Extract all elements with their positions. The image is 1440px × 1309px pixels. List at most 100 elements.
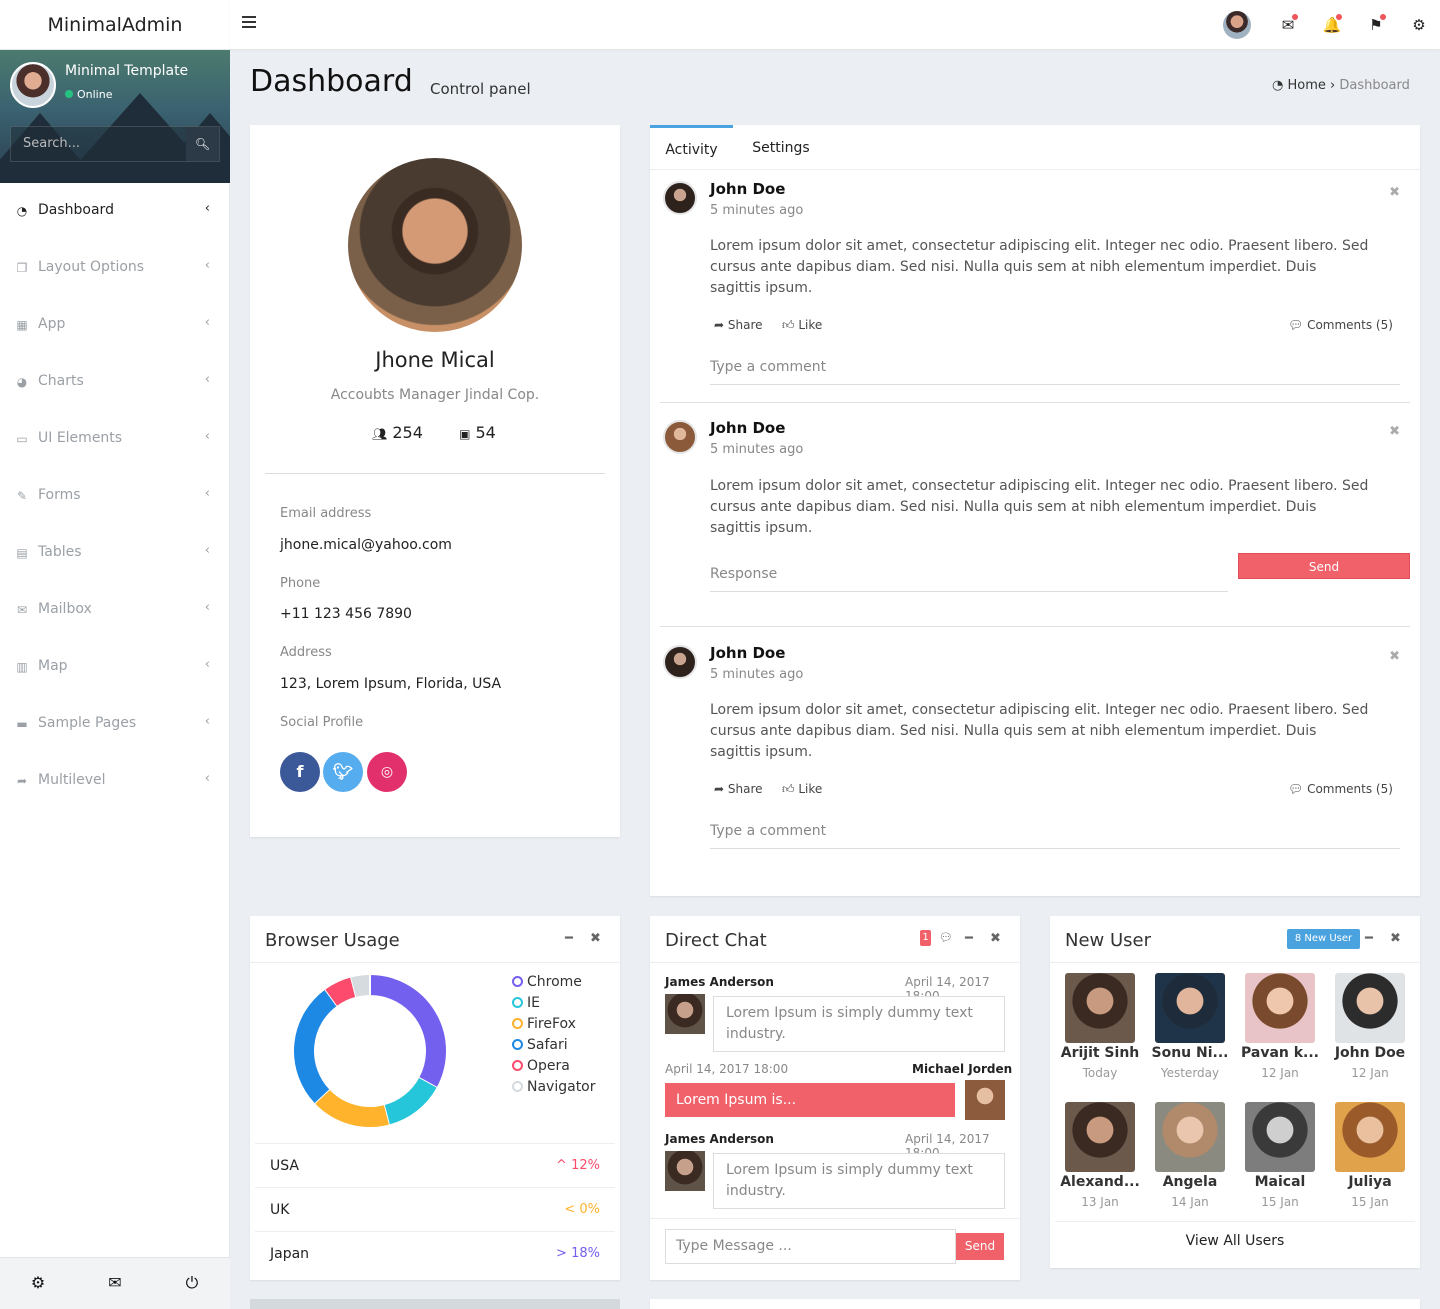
tab-activity[interactable]: Activity <box>650 125 733 170</box>
minimize-icon[interactable]: ━ <box>565 931 573 946</box>
close-icon[interactable]: ✖ <box>1389 185 1400 200</box>
user-photo[interactable] <box>1335 1102 1405 1172</box>
close-icon[interactable]: ✖ <box>1389 649 1400 664</box>
thumbs-up-icon: 👍︎ <box>782 318 799 332</box>
card-title: Direct Chat <box>665 930 767 951</box>
view-all-users-link[interactable]: View All Users <box>1050 1233 1420 1249</box>
flag-icon[interactable]: ⚑ <box>1365 14 1387 36</box>
post-author[interactable]: John Doe <box>710 180 785 198</box>
user-name[interactable]: Alexand... <box>1055 1174 1145 1190</box>
twitter-icon[interactable]: 🐦︎ <box>323 752 363 792</box>
user-name[interactable]: Sonu Ni... <box>1145 1045 1235 1061</box>
minimize-icon[interactable]: ━ <box>1365 931 1373 946</box>
tab-settings[interactable]: Settings <box>742 125 820 170</box>
close-icon[interactable]: ✖ <box>990 931 1001 946</box>
phone-label: Phone <box>280 576 321 591</box>
sidebar-item-app[interactable]: ▦ App ‹ <box>0 297 230 354</box>
user-name[interactable]: John Doe <box>1325 1045 1415 1061</box>
send-button[interactable]: Send <box>1238 553 1410 579</box>
chevron-left-icon: ‹ <box>204 315 210 330</box>
response-input[interactable]: Response <box>710 557 1228 592</box>
user-name[interactable]: Arijit Sinh <box>1055 1045 1145 1061</box>
chat-send-button[interactable]: Send <box>956 1233 1004 1260</box>
power-icon[interactable]: ⏻ <box>182 1273 202 1293</box>
sidebar-item-tables[interactable]: ▤ Tables ‹ <box>0 525 230 582</box>
user-date: Today <box>1082 1066 1118 1080</box>
chat-sender: James Anderson <box>665 1132 774 1146</box>
envelope-icon[interactable]: ✉ <box>1277 14 1299 36</box>
user-photo[interactable] <box>1155 1102 1225 1172</box>
user-photo[interactable] <box>1065 973 1135 1043</box>
close-icon[interactable]: ✖ <box>1390 931 1401 946</box>
chat-message: Lorem Ipsum is simply dummy text industr… <box>713 1153 1005 1209</box>
breadcrumb-home[interactable]: Home <box>1287 78 1325 93</box>
facebook-icon[interactable]: f <box>280 752 320 792</box>
search-placeholder: Search... <box>23 136 81 151</box>
avatar <box>663 420 697 454</box>
legend-navigator: Navigator <box>512 1079 596 1095</box>
user-photo[interactable] <box>1335 973 1405 1043</box>
share-button[interactable]: ➦ Share <box>714 318 763 332</box>
like-button[interactable]: 👍︎ Like <box>782 318 822 333</box>
sidebar-item-sample-pages[interactable]: ▬ Sample Pages ‹ <box>0 696 230 753</box>
user-name[interactable]: Angela <box>1145 1174 1235 1190</box>
social-label: Social Profile <box>280 715 364 730</box>
share-button[interactable]: ➦ Share <box>714 782 763 796</box>
close-icon[interactable]: ✖ <box>590 931 601 946</box>
brand-logo[interactable]: MinimalAdmin <box>0 0 230 50</box>
post-author[interactable]: John Doe <box>710 419 785 437</box>
user-date: Yesterday <box>1160 1066 1220 1080</box>
bell-icon[interactable]: 🔔 <box>1321 14 1343 36</box>
user-date: 14 Jan <box>1171 1195 1209 1209</box>
user-name[interactable]: Pavan k... <box>1235 1045 1325 1061</box>
like-button[interactable]: 👍︎ Like <box>782 782 822 797</box>
sidebar-item-layout-options[interactable]: ❐ Layout Options ‹ <box>0 240 230 297</box>
divider <box>650 1218 1020 1219</box>
sidebar: Minimal Template Online Search... 🔍︎ ◔ Da… <box>0 50 230 1309</box>
comment-input[interactable]: Type a comment <box>710 350 1400 385</box>
breadcrumb: ◔ Home › Dashboard <box>1272 78 1410 93</box>
close-icon[interactable]: ✖ <box>1389 424 1400 439</box>
legend-firefox: FireFox <box>512 1016 576 1032</box>
table-icon: ▤ <box>16 546 28 560</box>
instagram-icon[interactable]: ◎ <box>367 752 407 792</box>
post-author[interactable]: John Doe <box>710 644 785 662</box>
sidebar-item-mailbox[interactable]: ✉ Mailbox ‹ <box>0 582 230 639</box>
chat-message-input[interactable]: Type Message ... <box>665 1229 956 1264</box>
gear-icon[interactable]: ⚙ <box>1408 14 1430 36</box>
sidebar-item-map[interactable]: ▥ Map ‹ <box>0 639 230 696</box>
sidebar-item-multilevel[interactable]: ➦ Multilevel ‹ <box>0 753 230 810</box>
sidebar-item-ui-elements[interactable]: ▭ UI Elements ‹ <box>0 411 230 468</box>
user-photo[interactable] <box>1245 973 1315 1043</box>
comments-icon: 💬︎ <box>1288 318 1308 332</box>
divider <box>660 626 1410 627</box>
user-photo[interactable] <box>1065 1102 1135 1172</box>
card-title: New User <box>1065 930 1152 951</box>
sidebar-item-charts[interactable]: ◕ Charts ‹ <box>0 354 230 411</box>
comments-button[interactable]: 💬︎ Comments (5) <box>1288 782 1393 796</box>
divider <box>1050 962 1420 963</box>
top-navbar: ✉ 🔔 ⚑ ⚙ <box>230 0 1440 50</box>
comment-input[interactable]: Type a comment <box>710 814 1400 849</box>
thumbs-up-icon: 👍︎ <box>782 782 799 796</box>
user-name[interactable]: Juliya <box>1325 1174 1415 1190</box>
user-photo[interactable] <box>1155 973 1225 1043</box>
gear-icon[interactable]: ⚙ <box>28 1273 48 1293</box>
sidebar-item-forms[interactable]: ✎ Forms ‹ <box>0 468 230 525</box>
sidebar-search-input[interactable]: Search... 🔍︎ <box>10 126 220 162</box>
menu-toggle-icon[interactable] <box>242 16 256 30</box>
user-avatar[interactable] <box>1223 11 1251 39</box>
legend-opera: Opera <box>512 1058 570 1074</box>
comments-button[interactable]: 💬︎ Comments (5) <box>1288 318 1393 332</box>
user-name[interactable]: Maical <box>1235 1174 1325 1190</box>
minimize-icon[interactable]: ━ <box>965 931 973 946</box>
search-icon[interactable]: 🔍︎ <box>186 127 219 161</box>
divider <box>660 402 1410 403</box>
comments-icon[interactable]: 💬︎ <box>939 931 953 944</box>
map-icon: ▥ <box>16 660 28 674</box>
legend-chrome: Chrome <box>512 974 582 990</box>
envelope-icon[interactable]: ✉ <box>105 1273 125 1293</box>
folder-icon: ▬ <box>16 717 28 731</box>
user-photo[interactable] <box>1245 1102 1315 1172</box>
sidebar-item-dashboard[interactable]: ◔ Dashboard ‹ <box>0 183 230 240</box>
